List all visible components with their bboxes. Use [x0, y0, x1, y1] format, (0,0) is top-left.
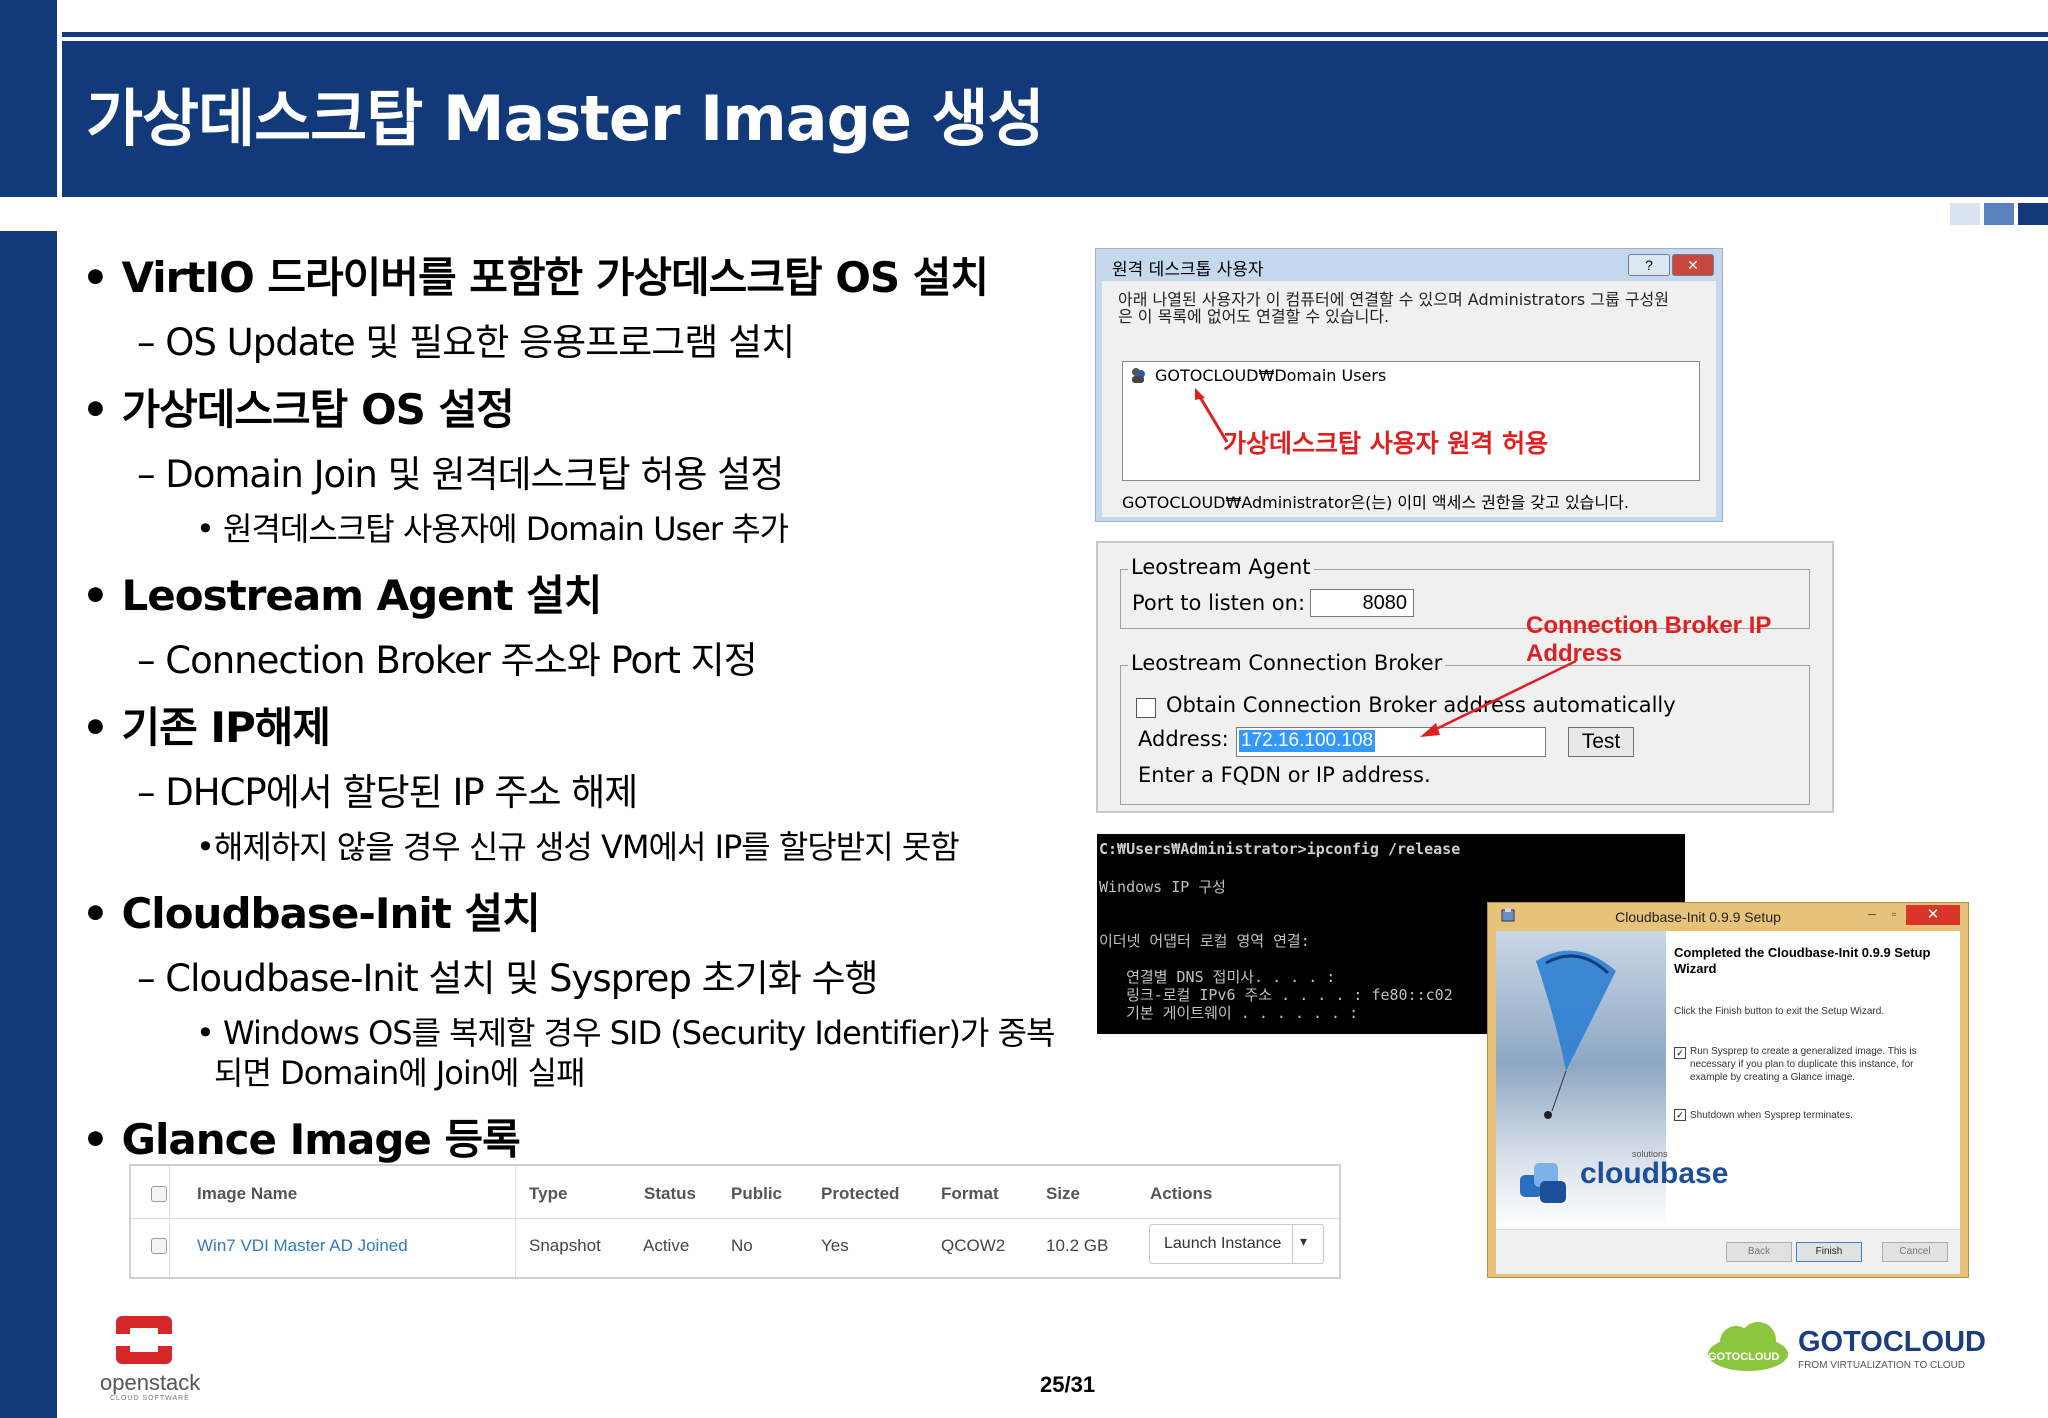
- close-button[interactable]: ✕: [1906, 905, 1960, 925]
- bullet-broker-port: – Connection Broker 주소와 Port 지정: [137, 639, 758, 682]
- users-group-icon: [1129, 366, 1147, 384]
- cell-type: Snapshot: [529, 1236, 601, 1255]
- header-top-rule: [62, 32, 2048, 37]
- cmd-line: Windows IP 구성: [1099, 878, 1226, 896]
- table-divider: [131, 1218, 1339, 1219]
- page-number: 25/31: [1040, 1372, 1096, 1397]
- cmd-line: 이더넷 어댑터 로컬 영역 연결:: [1099, 932, 1310, 950]
- bullet-cloudbase: • Cloudbase-Init 설치: [82, 889, 541, 938]
- bullet-glance: • Glance Image 등록: [82, 1115, 521, 1164]
- launch-instance-button[interactable]: Launch Instance: [1164, 1235, 1281, 1253]
- obtain-auto-checkbox[interactable]: [1136, 698, 1156, 718]
- dropdown-separator: [1292, 1225, 1293, 1263]
- header-status[interactable]: Status: [644, 1184, 696, 1204]
- slide-title: 가상데스크탑 Master Image 생성: [86, 82, 1045, 155]
- bullet-leostream: • Leostream Agent 설치: [82, 571, 603, 620]
- bullet-dhcp: – DHCP에서 할당된 IP 주소 해제: [137, 771, 638, 814]
- cursor-icon: [1496, 931, 1510, 945]
- shutdown-label: Shutdown when Sysprep terminates.: [1690, 1110, 1853, 1121]
- openstack-logo-icon: [112, 1314, 176, 1366]
- header-protected[interactable]: Protected: [821, 1184, 899, 1204]
- cell-status: Active: [643, 1236, 690, 1255]
- help-button[interactable]: ?: [1628, 254, 1670, 276]
- gotocloud-cloud-icon: [1706, 1320, 1790, 1372]
- finish-instructions: Click the Finish button to exit the Setu…: [1674, 1006, 1885, 1017]
- close-button[interactable]: ✕: [1672, 254, 1714, 276]
- cell-format: QCOW2: [941, 1236, 1006, 1255]
- port-input[interactable]: 8080: [1310, 589, 1414, 617]
- deco-square-1: [1950, 203, 1980, 225]
- address-hint: Enter a FQDN or IP address.: [1138, 763, 1431, 787]
- address-value: 172.16.100.108: [1239, 730, 1376, 752]
- gotocloud-tagline: FROM VIRTUALIZATION TO CLOUD: [1798, 1360, 1966, 1371]
- maximize-button[interactable]: ▫: [1884, 905, 1904, 925]
- annotation-arrow: [1420, 659, 1577, 737]
- bullet-dhcp-note: •해제하지 않을 경우 신규 생성 VM에서 IP를 할당받지 못함: [196, 828, 960, 866]
- header-format[interactable]: Format: [941, 1184, 999, 1204]
- bullet-sid-2: 되면 Domain에 Join에 실패: [214, 1054, 586, 1092]
- dialog-body: 아래 나열된 사용자가 이 컴퓨터에 연결할 수 있으며 Administrat…: [1102, 281, 1716, 517]
- setup-heading: Completed the Cloudbase-Init 0.9.9 Setup…: [1674, 945, 1931, 976]
- launch-instance-dropdown[interactable]: Launch Instance ▾: [1149, 1224, 1324, 1264]
- bullet-os-update: – OS Update 및 필요한 응용프로그램 설치: [137, 321, 795, 364]
- finish-button[interactable]: Finish: [1796, 1242, 1862, 1262]
- header-public[interactable]: Public: [731, 1184, 782, 1204]
- agent-group-label: Leostream Agent: [1128, 555, 1314, 579]
- cloudbase-brand: cloudbase: [1580, 1157, 1729, 1190]
- image-name-link[interactable]: Win7 VDI Master AD Joined: [197, 1236, 408, 1256]
- dialog-description: 아래 나열된 사용자가 이 컴퓨터에 연결할 수 있으며 Administrat…: [1118, 290, 1669, 326]
- header-type[interactable]: Type: [529, 1184, 567, 1204]
- bullet-rdp-user: • 원격데스크탑 사용자에 Domain User 추가: [196, 510, 789, 548]
- user-list-item[interactable]: GOTOCLOUD₩Domain Users: [1155, 366, 1386, 385]
- dialog-footer-text: GOTOCLOUD₩Administrator은(는) 이미 액세스 권한을 갖…: [1122, 493, 1629, 512]
- select-all-checkbox[interactable]: [151, 1186, 167, 1202]
- cell-protected: Yes: [821, 1236, 849, 1255]
- header-size[interactable]: Size: [1046, 1184, 1080, 1204]
- deco-square-3: [2018, 203, 2048, 225]
- bullet-ip-release: • 기존 IP해제: [82, 703, 331, 752]
- cmd-line: C:₩Users₩Administrator>ipconfig /release: [1099, 840, 1461, 858]
- bullet-os-config: • 가상데스크탑 OS 설정: [82, 385, 515, 434]
- annotation-rdp: 가상데스크탑 사용자 원격 허용: [1223, 429, 1549, 458]
- sysprep-checkbox[interactable]: ✓: [1674, 1047, 1686, 1059]
- bullet-sysprep: – Cloudbase-Init 설치 및 Sysprep 초기화 수행: [137, 957, 879, 1000]
- setup-body: Completed the Cloudbase-Init 0.9.9 Setup…: [1496, 931, 1960, 1229]
- cloudbase-setup-window: Cloudbase-Init 0.9.9 Setup – ▫ ✕ Complet…: [1487, 902, 1969, 1278]
- left-bar-gap: [0, 197, 57, 231]
- gotocloud-badge: GOTOCLOUD: [1708, 1351, 1780, 1363]
- minimize-button[interactable]: –: [1862, 905, 1882, 925]
- col-sep: [169, 1166, 170, 1277]
- rdp-users-dialog: 원격 데스크톱 사용자 ? ✕ 아래 나열된 사용자가 이 컴퓨터에 연결할 수…: [1095, 248, 1723, 522]
- setup-title: Cloudbase-Init 0.9.9 Setup: [1615, 909, 1781, 925]
- cell-size: 10.2 GB: [1046, 1236, 1109, 1255]
- address-label: Address:: [1138, 727, 1229, 751]
- back-button[interactable]: Back: [1726, 1242, 1792, 1262]
- bullet-domain-join: – Domain Join 및 원격데스크탑 허용 설정: [137, 453, 784, 496]
- user-list[interactable]: GOTOCLOUD₩Domain Users 가상데스크탑 사용자 원격 허용: [1122, 361, 1700, 481]
- dialog-title: 원격 데스크톱 사용자: [1112, 260, 1264, 280]
- cmd-line: 기본 게이트웨이 . . . . . . :: [1099, 1004, 1359, 1022]
- sysprep-label: Run Sysprep to create a generalized imag…: [1690, 1046, 1917, 1083]
- deco-square-2: [1984, 203, 2014, 225]
- port-label: Port to listen on:: [1132, 591, 1306, 615]
- broker-group-label: Leostream Connection Broker: [1128, 651, 1446, 675]
- shutdown-checkbox[interactable]: ✓: [1674, 1109, 1686, 1121]
- openstack-wordmark: openstack: [100, 1370, 201, 1395]
- row-checkbox[interactable]: [151, 1238, 167, 1254]
- glance-image-table: Image Name Type Status Public Protected …: [129, 1164, 1341, 1279]
- header-actions: Actions: [1150, 1184, 1213, 1203]
- col-sep: [515, 1166, 516, 1277]
- leostream-settings: Leostream Agent Port to listen on: 8080 …: [1096, 541, 1834, 813]
- caret-down-icon[interactable]: ▾: [1300, 1233, 1307, 1250]
- openstack-subtitle: CLOUD SOFTWARE: [110, 1395, 190, 1402]
- cancel-button[interactable]: Cancel: [1882, 1242, 1948, 1262]
- cell-public: No: [731, 1236, 753, 1255]
- gotocloud-wordmark: GOTOCLOUD: [1798, 1326, 1986, 1358]
- header-image-name[interactable]: Image Name: [197, 1184, 297, 1204]
- bullet-virtio: • VirtIO 드라이버를 포함한 가상데스크탑 OS 설치: [82, 253, 989, 302]
- cloudbase-logo-icon: [1516, 1157, 1576, 1207]
- setup-footer: Back Finish Cancel: [1496, 1229, 1960, 1274]
